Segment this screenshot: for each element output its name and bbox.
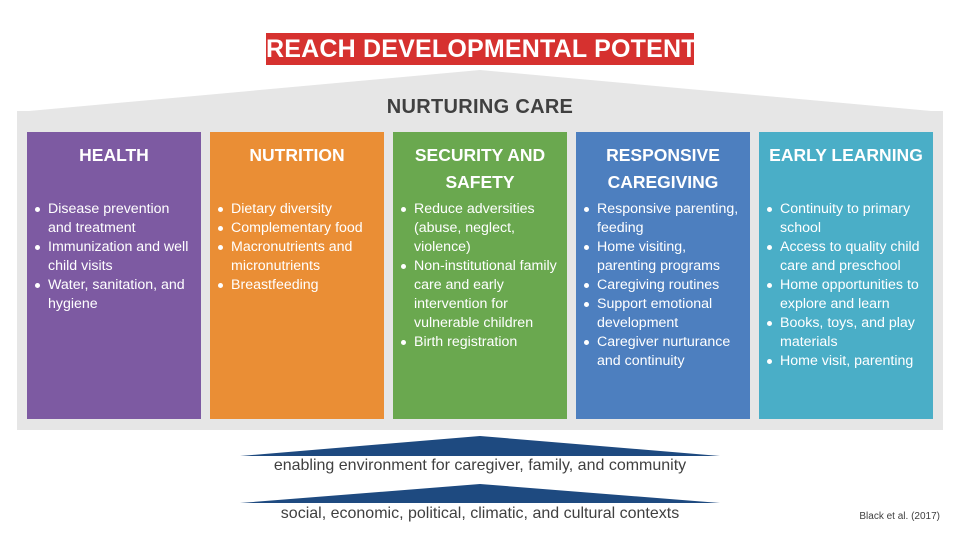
list-item: Books, toys, and play materials — [767, 314, 925, 352]
pillar-heading: EARLY LEARNING — [769, 145, 923, 165]
list-item: Birth registration — [401, 333, 559, 352]
list-item: Water, sanitation, and hygiene — [35, 276, 193, 314]
list-item: Home visit, parenting — [767, 352, 925, 371]
pillar-heading: SECURITY AND SAFETY — [414, 145, 546, 192]
pillar-heading: NUTRITION — [249, 145, 345, 165]
list-item: Access to quality child care and prescho… — [767, 238, 925, 276]
list-item: Home opportunities to explore and learn — [767, 276, 925, 314]
pillar-security-and-safety: SECURITY AND SAFETY Reduce adversities (… — [393, 132, 567, 419]
list-item: Reduce adversities (abuse, neglect, viol… — [401, 200, 559, 257]
enabling-environment-label: enabling environment for caregiver, fami… — [273, 457, 687, 474]
list-item: Non-institutional family care and early … — [401, 257, 559, 333]
list-item: Responsive parenting, feeding — [584, 200, 742, 238]
pillar-nutrition: NUTRITION Dietary diversity Complementar… — [210, 132, 384, 419]
list-item: Breastfeeding — [218, 276, 376, 295]
citation: Black et al. (2017) — [859, 511, 940, 522]
pillar-heading: HEALTH — [79, 145, 149, 165]
nurturing-care-label: NURTURING CARE — [386, 96, 574, 118]
list-item: Immunization and well child visits — [35, 238, 193, 276]
pillar-health: HEALTH Disease prevention and treatment … — [27, 132, 201, 419]
list-item: Caregiver nurturance and continuity — [584, 333, 742, 371]
list-item: Macronutrients and micronutrients — [218, 238, 376, 276]
list-item: Disease prevention and treatment — [35, 200, 193, 238]
pillar-list: Continuity to primary school Access to q… — [767, 200, 925, 371]
list-item: Complementary food — [218, 219, 376, 238]
pillar-list: Responsive parenting, feeding Home visit… — [584, 200, 742, 371]
contexts-label: social, economic, political, climatic, a… — [280, 505, 680, 522]
list-item: Continuity to primary school — [767, 200, 925, 238]
list-item: Caregiving routines — [584, 276, 742, 295]
pillar-responsive-caregiving: RESPONSIVE CAREGIVING Responsive parenti… — [576, 132, 750, 419]
pillar-list: Dietary diversity Complementary food Mac… — [218, 200, 376, 295]
foundation-wedge-upper — [240, 436, 720, 456]
foundation-wedge-lower — [240, 484, 720, 503]
pillar-early-learning: EARLY LEARNING Continuity to primary sch… — [759, 132, 933, 419]
list-item: Home visiting, parenting programs — [584, 238, 742, 276]
list-item: Dietary diversity — [218, 200, 376, 219]
list-item: Support emotional development — [584, 295, 742, 333]
pillar-heading: RESPONSIVE CAREGIVING — [606, 145, 720, 192]
pillar-list: Reduce adversities (abuse, neglect, viol… — [401, 200, 559, 352]
pillar-list: Disease prevention and treatment Immuniz… — [35, 200, 193, 314]
